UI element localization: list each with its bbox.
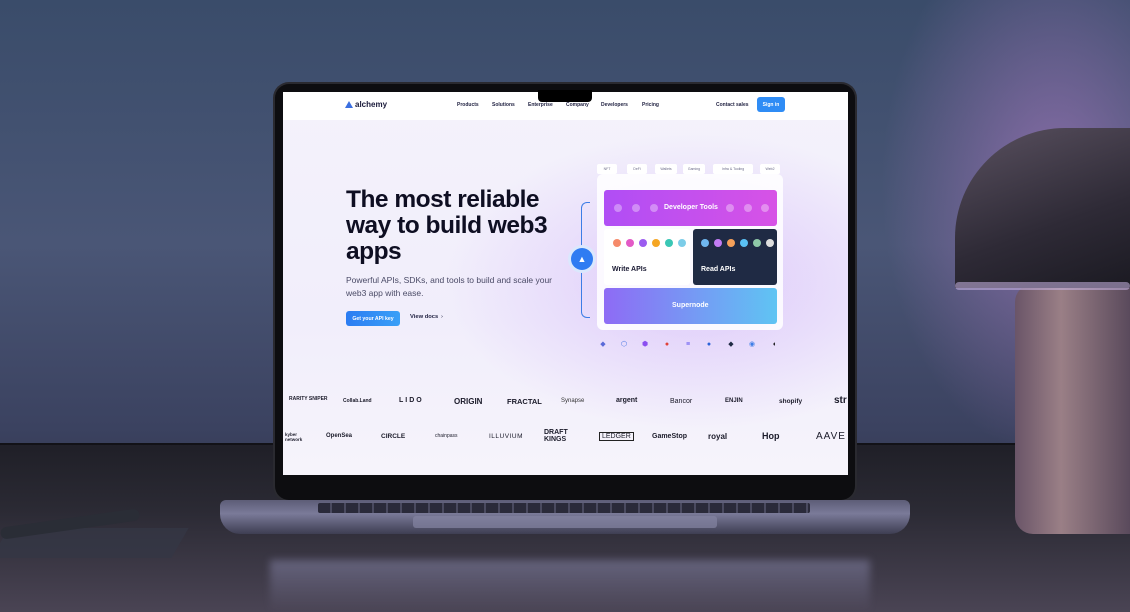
lamp-light-rim bbox=[955, 282, 1130, 290]
app-icon bbox=[665, 239, 673, 247]
tag-gaming[interactable]: Gaming bbox=[683, 164, 705, 174]
brand-illuvium: ILLUVIUM bbox=[489, 433, 523, 440]
hero-subtitle: Powerful APIs, SDKs, and tools to build … bbox=[346, 275, 553, 298]
brand-shopify: shopify bbox=[779, 398, 803, 405]
read-apis-card[interactable]: Read APIs bbox=[693, 229, 777, 285]
tag-wallets[interactable]: Wallets bbox=[655, 164, 677, 174]
nav-pricing[interactable]: Pricing bbox=[642, 102, 659, 108]
logo-text: alchemy bbox=[355, 100, 388, 109]
brand-bancor: Bancor bbox=[670, 398, 693, 405]
starknet-icon: ◐ bbox=[772, 341, 778, 348]
sign-in-button[interactable]: Sign in bbox=[757, 97, 785, 112]
brand-origin: ORIGIN bbox=[454, 397, 483, 406]
app-icon bbox=[639, 239, 647, 247]
laptop-screen: alchemy Products Solutions Enterprise Co… bbox=[283, 92, 848, 475]
app-icon bbox=[626, 239, 634, 247]
alchemy-logo-icon bbox=[345, 101, 353, 108]
supernode-card[interactable]: Supernode bbox=[604, 288, 777, 324]
nav-company[interactable]: Company bbox=[566, 102, 589, 108]
keyboard bbox=[318, 503, 810, 513]
app-icon bbox=[766, 239, 774, 247]
app-icon bbox=[740, 239, 748, 247]
nav-solutions[interactable]: Solutions bbox=[492, 102, 515, 108]
brand-rarity-sniper: RARITY SNIPER bbox=[289, 396, 328, 402]
brand-lido: LIDO bbox=[399, 397, 424, 404]
tag-infra-tooling[interactable]: Infra & Tooling bbox=[713, 164, 753, 174]
chevron-right-icon: › bbox=[441, 314, 443, 320]
write-apis-card[interactable]: Write APIs bbox=[604, 229, 690, 285]
write-apis-label: Write APIs bbox=[612, 266, 647, 273]
view-docs-link[interactable]: View docs bbox=[410, 314, 438, 320]
lamp-base bbox=[1015, 284, 1130, 534]
alchemy-logo[interactable]: alchemy bbox=[345, 100, 387, 109]
base-icon: ● bbox=[706, 341, 712, 348]
brand-stripe: str bbox=[834, 395, 847, 406]
tool-icon bbox=[650, 204, 658, 212]
solana-icon: ≡ bbox=[685, 341, 691, 348]
app-icon bbox=[727, 239, 735, 247]
supernode-label: Supernode bbox=[672, 302, 709, 309]
brand-draftkings: DRAFT KINGS bbox=[544, 429, 568, 443]
tag-web2[interactable]: Web2 bbox=[760, 164, 780, 174]
brand-fractal: FRACTAL bbox=[507, 397, 542, 406]
app-icon bbox=[714, 239, 722, 247]
alchemy-hub-icon: ▲ bbox=[571, 248, 593, 270]
brand-kyber-network: kyber network bbox=[285, 432, 303, 442]
laptop-notch bbox=[538, 90, 592, 102]
polygon-icon: ⬢ bbox=[641, 341, 649, 348]
contact-sales-link[interactable]: Contact sales bbox=[716, 102, 749, 108]
brand-collab-land: Collab.Land bbox=[343, 398, 372, 404]
hero-title: The most reliable way to build web3 apps bbox=[346, 186, 548, 265]
app-icon bbox=[753, 239, 761, 247]
brand-ledger: LEDGER bbox=[599, 432, 634, 441]
tag-nft[interactable]: NFT bbox=[597, 164, 617, 174]
brand-enjin: ENJIN bbox=[725, 398, 743, 404]
brand-argent: argent bbox=[616, 397, 638, 404]
get-api-key-button[interactable]: Get your API key bbox=[346, 311, 400, 326]
optimism-icon: ● bbox=[664, 341, 670, 348]
ethereum-icon: ◆ bbox=[600, 341, 606, 348]
nav-enterprise[interactable]: Enterprise bbox=[528, 102, 553, 108]
tool-icon bbox=[744, 204, 752, 212]
brand-circle: CIRCLE bbox=[381, 433, 406, 440]
network-icon: ◉ bbox=[748, 341, 756, 348]
brand-royal: royal bbox=[708, 432, 728, 441]
brand-aave: AAVE bbox=[816, 431, 846, 442]
brand-chainpass: chainpass bbox=[435, 433, 458, 439]
tool-icon bbox=[632, 204, 640, 212]
app-icon bbox=[678, 239, 686, 247]
tool-icon bbox=[726, 204, 734, 212]
nav-products[interactable]: Products bbox=[457, 102, 479, 108]
brand-hop: Hop bbox=[762, 431, 780, 441]
tool-icon bbox=[614, 204, 622, 212]
app-icon bbox=[652, 239, 660, 247]
trackpad bbox=[413, 516, 717, 528]
app-icon bbox=[613, 239, 621, 247]
app-icon bbox=[701, 239, 709, 247]
developer-tools-label: Developer Tools bbox=[664, 204, 718, 211]
arbitrum-icon: ◆ bbox=[728, 341, 734, 348]
brand-gamestop: GameStop bbox=[652, 433, 688, 440]
brand-synapse: Synapse bbox=[561, 398, 585, 404]
developer-tools-card[interactable]: Developer Tools bbox=[604, 190, 777, 226]
chainlink-icon: ⬡ bbox=[620, 341, 628, 348]
desk-reflection bbox=[270, 560, 870, 612]
nav-developers[interactable]: Developers bbox=[601, 102, 628, 108]
read-apis-label: Read APIs bbox=[701, 266, 736, 273]
tool-icon bbox=[761, 204, 769, 212]
brand-opensea: OpenSea bbox=[326, 433, 353, 439]
tag-defi[interactable]: DeFi bbox=[627, 164, 647, 174]
